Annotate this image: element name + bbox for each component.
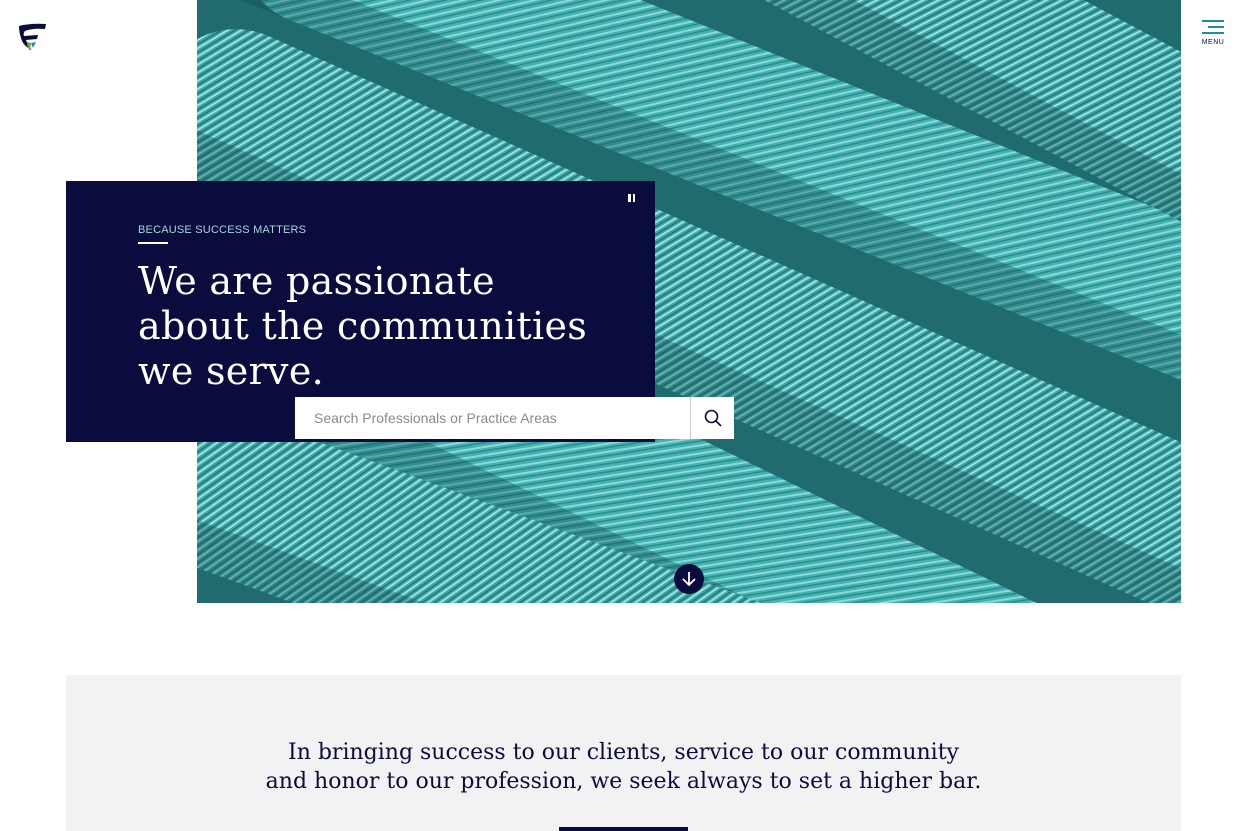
tagline-section: In bringing success to our clients, serv… (66, 675, 1181, 831)
headline-line: We are passionate (138, 259, 495, 303)
headline-line: about the communities (138, 304, 588, 348)
arrow-down-circle-icon (682, 572, 696, 587)
menu-button[interactable]: MENU (1198, 20, 1228, 54)
hero-headline: We are passionate about the communities … (138, 259, 618, 394)
tagline-line: In bringing success to our clients, serv… (288, 740, 959, 765)
search-input[interactable] (295, 397, 690, 439)
tagline-text: In bringing success to our clients, serv… (66, 738, 1181, 796)
hero-search (295, 397, 734, 439)
headline-line: we serve. (138, 349, 324, 393)
hamburger-icon (1202, 20, 1224, 34)
firm-logo[interactable] (18, 22, 48, 52)
scroll-down-button[interactable] (674, 564, 704, 594)
search-icon (704, 409, 722, 427)
pause-icon (628, 194, 631, 202)
tagline-line: and honor to our profession, we seek alw… (265, 769, 982, 794)
menu-label: MENU (1201, 39, 1225, 46)
hero-eyebrow: BECAUSE SUCCESS MATTERS (138, 224, 307, 236)
firm-f-logo-icon (19, 23, 46, 51)
section-button-edge[interactable] (559, 827, 688, 831)
search-button[interactable] (690, 397, 734, 439)
eyebrow-divider (138, 242, 168, 244)
pause-button[interactable] (626, 193, 638, 205)
